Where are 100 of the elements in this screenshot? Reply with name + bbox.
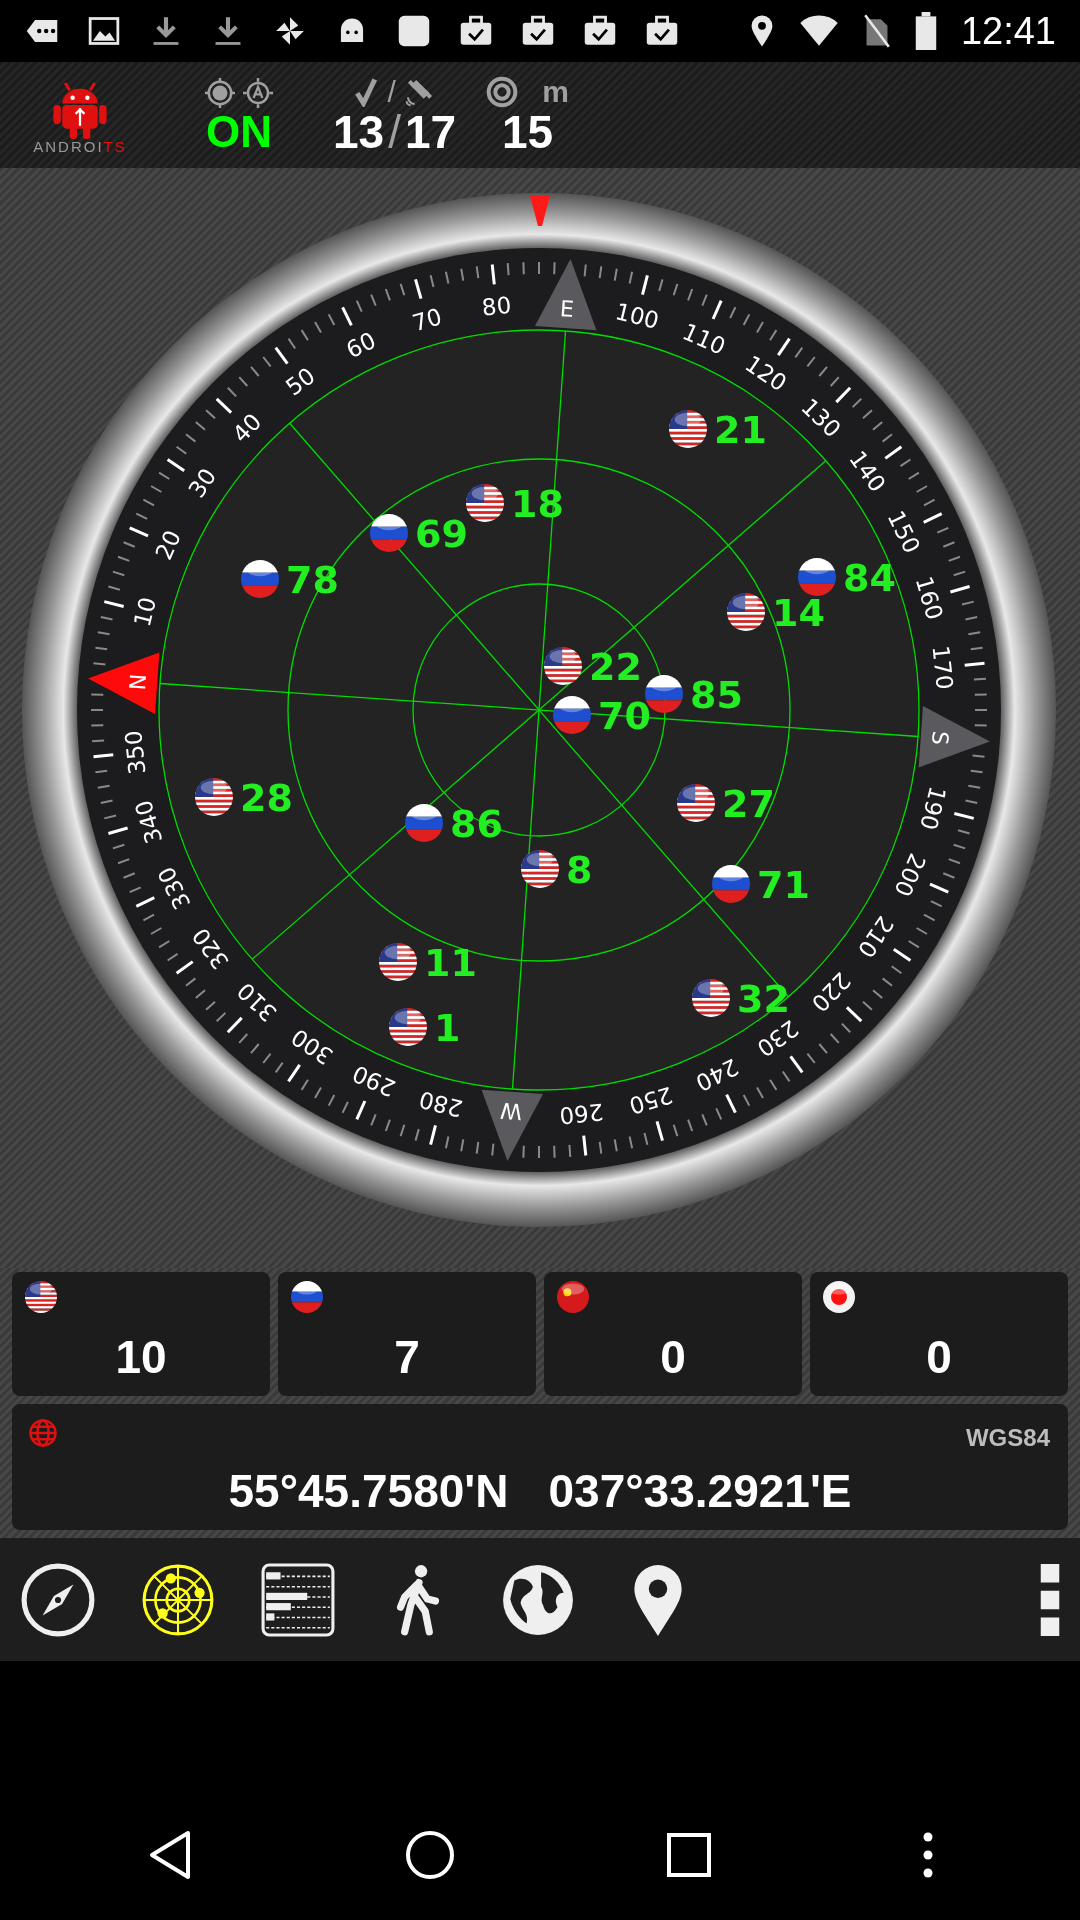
degree-label: 10 (128, 594, 162, 630)
menu-icon (1040, 1563, 1060, 1636)
accuracy-rings-icon (486, 76, 519, 108)
striped-flag-icon (544, 647, 582, 685)
degree-label: 30 (183, 463, 222, 503)
degree-label: 100 (612, 298, 662, 334)
satellite-number: 28 (240, 776, 293, 820)
tricolor-flag-icon (290, 1280, 324, 1314)
striped-flag-icon (677, 784, 715, 822)
striped-flag-icon (379, 943, 417, 981)
accuracy-unit: m (542, 77, 569, 107)
satellite-count: 0 (926, 1334, 952, 1380)
degree-label: 20 (150, 526, 186, 564)
tricolor-flag-icon (798, 558, 836, 596)
tricolor-flag-icon (405, 804, 443, 842)
degree-label: 70 (409, 303, 445, 337)
degree-label: 290 (348, 1060, 400, 1102)
satellite-number: 1 (434, 1006, 461, 1050)
satellite-number: 14 (772, 591, 825, 635)
degree-label: 310 (232, 977, 282, 1027)
cardinal-label: E (559, 296, 575, 322)
striped-flag-icon (669, 410, 707, 448)
cardinal-label: N (124, 672, 152, 692)
longitude-value: 037°33.2921'E (548, 1468, 852, 1514)
home-icon[interactable] (405, 1830, 456, 1880)
battery-icon (914, 12, 937, 50)
degree-label: 150 (882, 506, 926, 558)
satellite-number: 84 (843, 556, 896, 600)
satellite-number: 11 (424, 941, 477, 985)
degree-label: 260 (558, 1098, 605, 1129)
degree-label: 160 (910, 573, 948, 623)
clock-time: 12:41 (960, 8, 1056, 54)
signal-bars-icon (260, 1561, 336, 1638)
degree-label: 170 (927, 644, 958, 691)
signal-bars-button[interactable] (260, 1561, 336, 1638)
compass-button[interactable] (20, 1561, 96, 1638)
satellite-number: 22 (589, 645, 642, 689)
satellites-visible: 17 (404, 109, 457, 155)
degree-label: 330 (152, 862, 196, 914)
satellite-number: 8 (566, 848, 593, 892)
fix-status: ON (206, 110, 272, 154)
briefcase-check-icon (644, 14, 680, 48)
degree-label: 240 (691, 1053, 743, 1097)
degree-label: 80 (480, 291, 513, 321)
satellites-used: 13 (333, 109, 385, 155)
satellite-number: 27 (722, 782, 775, 826)
more-options-icon[interactable] (922, 1831, 935, 1879)
degree-label: 280 (416, 1086, 466, 1122)
menu-button[interactable] (1040, 1563, 1060, 1636)
latitude-value: 55°45.7580'N (228, 1468, 509, 1514)
cardinal-marker (918, 706, 990, 768)
separator-text: / (388, 109, 401, 155)
recents-icon[interactable] (666, 1833, 711, 1877)
logo-text: ANDROITS (33, 138, 127, 154)
dot-flag-icon (822, 1280, 856, 1314)
square-icon (396, 14, 432, 48)
checkmark-icon (353, 77, 380, 107)
tricolor-flag-icon (712, 865, 750, 903)
degree-label: 250 (626, 1081, 676, 1119)
striped-flag-icon (389, 1008, 427, 1046)
degree-label: 190 (915, 783, 951, 833)
striped-flag-icon (521, 850, 559, 888)
degree-label: 220 (806, 967, 856, 1017)
globe-icon (28, 1418, 58, 1448)
auto-crosshair-icon (243, 78, 273, 108)
tricolor-flag-icon (553, 696, 591, 734)
briefcase-check-icon (458, 14, 494, 48)
cardinal-marker (88, 652, 160, 714)
cardinal-label: S (927, 730, 953, 746)
degree-label: 120 (740, 350, 792, 397)
separator-text: / (387, 77, 396, 107)
briefcase-check-icon (582, 14, 618, 48)
wifi-icon (798, 15, 839, 47)
degree-label: 60 (342, 327, 380, 364)
satellite-number: 69 (415, 512, 468, 556)
degree-label: 130 (796, 393, 846, 443)
striped-flag-icon (692, 979, 730, 1017)
satellite-count: 7 (394, 1334, 420, 1380)
tricolor-flag-icon (370, 514, 408, 552)
striped-flag-icon (195, 778, 233, 816)
cardinal-label: W (499, 1097, 523, 1125)
cardinal-marker (481, 1089, 543, 1161)
image-icon (86, 14, 122, 48)
degree-label: 350 (120, 729, 151, 776)
datum-label: WGS84 (965, 1423, 1050, 1453)
degree-label: 110 (678, 318, 730, 360)
striped-flag-icon (727, 593, 765, 631)
degree-label: 300 (286, 1023, 338, 1070)
satellite-number: 71 (757, 863, 810, 907)
striped-flag-icon (24, 1280, 58, 1314)
heading-pointer-icon (530, 196, 550, 226)
striped-flag-icon (466, 484, 504, 522)
degree-label: 50 (280, 362, 320, 401)
satellite-count: 10 (115, 1334, 167, 1380)
compass-icon (20, 1561, 96, 1638)
satellite-count: 0 (660, 1334, 686, 1380)
degree-label: 200 (889, 849, 931, 901)
cardinal-marker (535, 259, 597, 331)
no-sim-icon (862, 14, 891, 48)
degree-label: 340 (130, 797, 168, 847)
